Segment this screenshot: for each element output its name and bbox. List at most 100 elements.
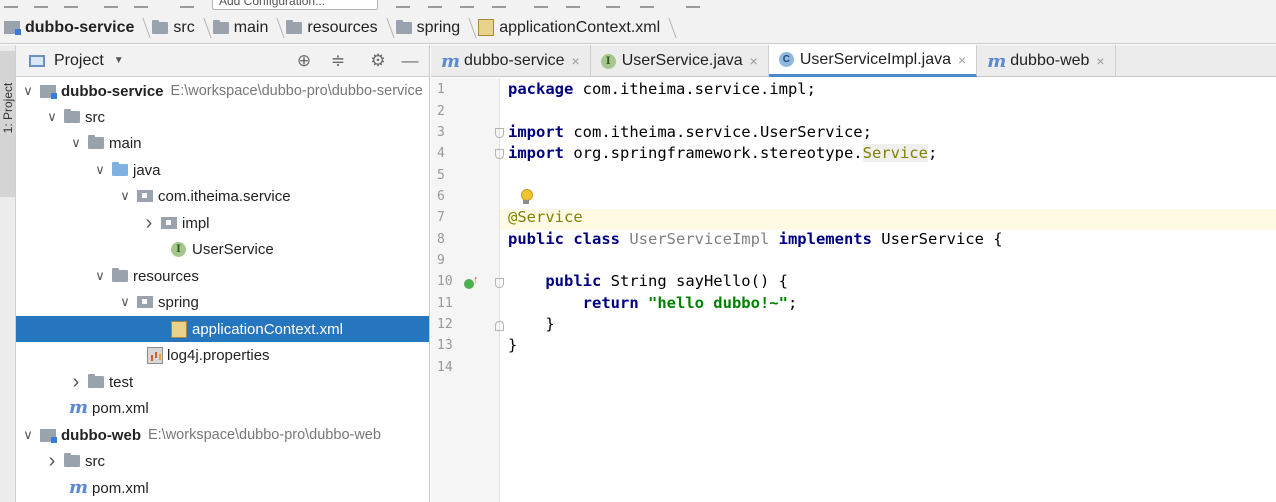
chevron-right-icon[interactable] [68, 374, 84, 391]
tree-item-main[interactable]: main [16, 130, 429, 156]
tab-userservice-java[interactable]: I UserService.java × [591, 45, 769, 77]
stop-icon[interactable] [492, 0, 506, 8]
code-line-1: package com.itheima.service.impl; [508, 80, 816, 98]
folder-icon [88, 374, 104, 388]
line-number: 4 [437, 146, 445, 161]
tree-item-dubbo-service[interactable]: dubbo-service E:\workspace\dubbo-pro\dub… [16, 78, 429, 104]
toolbar-icon[interactable] [134, 0, 148, 8]
chevron-down-icon[interactable] [20, 427, 36, 443]
tree-item-java[interactable]: java [16, 157, 429, 183]
breadcrumb-item-applicationcontext[interactable]: applicationContext.xml [474, 12, 674, 44]
chevron-down-icon[interactable] [117, 188, 133, 204]
chevron-down-icon[interactable] [117, 294, 133, 310]
left-tool-stripe: 1: Project [0, 45, 16, 502]
tree-item-spring[interactable]: spring [16, 289, 429, 315]
breadcrumb-item-spring[interactable]: spring [392, 12, 475, 44]
main-toolbar: Add Configuration... [0, 0, 1276, 12]
run-configuration-select[interactable]: Add Configuration... [212, 0, 378, 10]
breadcrumb-item-resources[interactable]: resources [282, 12, 391, 44]
debug-icon[interactable] [428, 0, 442, 8]
line-number: 6 [437, 189, 445, 204]
settings-icon[interactable] [606, 0, 620, 8]
chevron-down-icon[interactable] [68, 135, 84, 151]
tab-dubbo-service[interactable]: m dubbo-service × [431, 45, 591, 77]
chevron-down-icon[interactable]: ▼ [114, 55, 124, 66]
locate-file-icon[interactable]: ⊕ [294, 51, 314, 71]
tree-item-dubbo-web[interactable]: dubbo-web E:\workspace\dubbo-pro\dubbo-w… [16, 422, 429, 448]
chevron-down-icon[interactable] [92, 162, 108, 178]
code-editor: m dubbo-service × I UserService.java × C… [431, 45, 1276, 502]
breadcrumb-item-main[interactable]: main [209, 12, 283, 44]
chevron-right-icon[interactable] [44, 453, 60, 470]
tree-item-pom-xml[interactable]: m pom.xml [16, 475, 429, 501]
build-icon[interactable] [180, 0, 194, 8]
chevron-down-icon[interactable] [92, 268, 108, 284]
code-line-12: } [508, 315, 555, 333]
tab-userserviceimpl-java[interactable]: C UserServiceImpl.java × [768, 45, 978, 77]
chevron-right-icon[interactable] [141, 215, 157, 232]
close-icon[interactable]: × [958, 52, 966, 68]
vcs-icon[interactable] [566, 0, 580, 8]
package-icon [161, 217, 177, 229]
folder-icon [88, 135, 104, 149]
line-number: 10 [437, 274, 453, 289]
code-text-area[interactable]: package com.itheima.service.impl; import… [500, 78, 1276, 502]
interface-icon: I [600, 53, 616, 69]
interface-icon: I [171, 241, 186, 257]
vcs-icon[interactable] [534, 0, 548, 8]
tree-item-src[interactable]: src [16, 448, 429, 474]
line-number: 13 [437, 338, 453, 353]
tree-item-com-itheima-service[interactable]: com.itheima.service [16, 183, 429, 209]
project-tool-window-tab[interactable]: 1: Project [0, 51, 15, 197]
maven-icon: m [441, 50, 461, 72]
sdk-icon[interactable] [686, 0, 700, 8]
chevron-down-icon[interactable] [44, 109, 60, 125]
minimize-icon[interactable]: — [400, 51, 420, 71]
tree-item-impl[interactable]: impl [16, 210, 429, 236]
line-number: 11 [437, 296, 453, 311]
code-line-11: return "hello dubbo!~"; [582, 294, 798, 312]
project-structure-icon[interactable] [640, 0, 654, 8]
gear-icon[interactable]: ⚙ [368, 51, 388, 71]
code-line-4: import org.springframework.stereotype.Se… [508, 144, 938, 162]
tree-item-userservice[interactable]: I UserService [16, 236, 429, 262]
tree-item-log4j-properties[interactable]: log4j.properties [16, 342, 429, 368]
line-number: 5 [437, 168, 445, 183]
package-icon [137, 296, 153, 308]
maven-icon: m [69, 477, 89, 498]
toolbar-icon[interactable] [64, 0, 78, 8]
folder-icon [212, 19, 229, 34]
xml-file-icon [478, 19, 495, 36]
close-icon[interactable]: × [572, 53, 580, 69]
code-line-7: @Service [508, 208, 583, 226]
tree-item-test[interactable]: test [16, 369, 429, 395]
project-tool-window: Project ▼ ⊕ ≑ ⚙ — dubbo-service E:\works… [16, 45, 430, 502]
navigation-breadcrumb: dubbo-service src main resources spring … [0, 12, 1276, 44]
code-line-13: } [508, 336, 518, 354]
module-icon [40, 84, 57, 99]
tree-item-pom-xml[interactable]: m pom.xml [16, 395, 429, 421]
toolbar-icon[interactable] [34, 0, 48, 8]
close-icon[interactable]: × [1096, 53, 1104, 69]
breadcrumb-item-src[interactable]: src [148, 12, 208, 44]
close-icon[interactable]: × [750, 53, 758, 69]
code-line-3: import com.itheima.service.UserService; [508, 123, 872, 141]
run-icon[interactable] [396, 0, 410, 8]
line-number: 1 [437, 82, 445, 97]
tab-dubbo-web[interactable]: m dubbo-web × [977, 45, 1116, 77]
tree-item-src[interactable]: src [16, 104, 429, 130]
tree-item-resources[interactable]: resources [16, 263, 429, 289]
project-view-icon [29, 54, 45, 67]
code-line-10: public String sayHello() { [545, 272, 788, 290]
toolbar-icon[interactable] [4, 0, 18, 8]
project-view-selector[interactable]: Project [54, 52, 104, 70]
resources-folder-icon [112, 268, 128, 282]
coverage-icon[interactable] [460, 0, 474, 8]
tree-item-applicationcontext-xml[interactable]: applicationContext.xml [16, 316, 429, 342]
collapse-all-icon[interactable]: ≑ [328, 51, 348, 71]
line-number: 7 [437, 210, 445, 225]
implementing-method-icon[interactable] [464, 274, 479, 289]
toolbar-icon[interactable] [104, 0, 118, 8]
breadcrumb-item-dubbo-service[interactable]: dubbo-service [0, 12, 148, 44]
chevron-down-icon[interactable] [20, 83, 36, 99]
